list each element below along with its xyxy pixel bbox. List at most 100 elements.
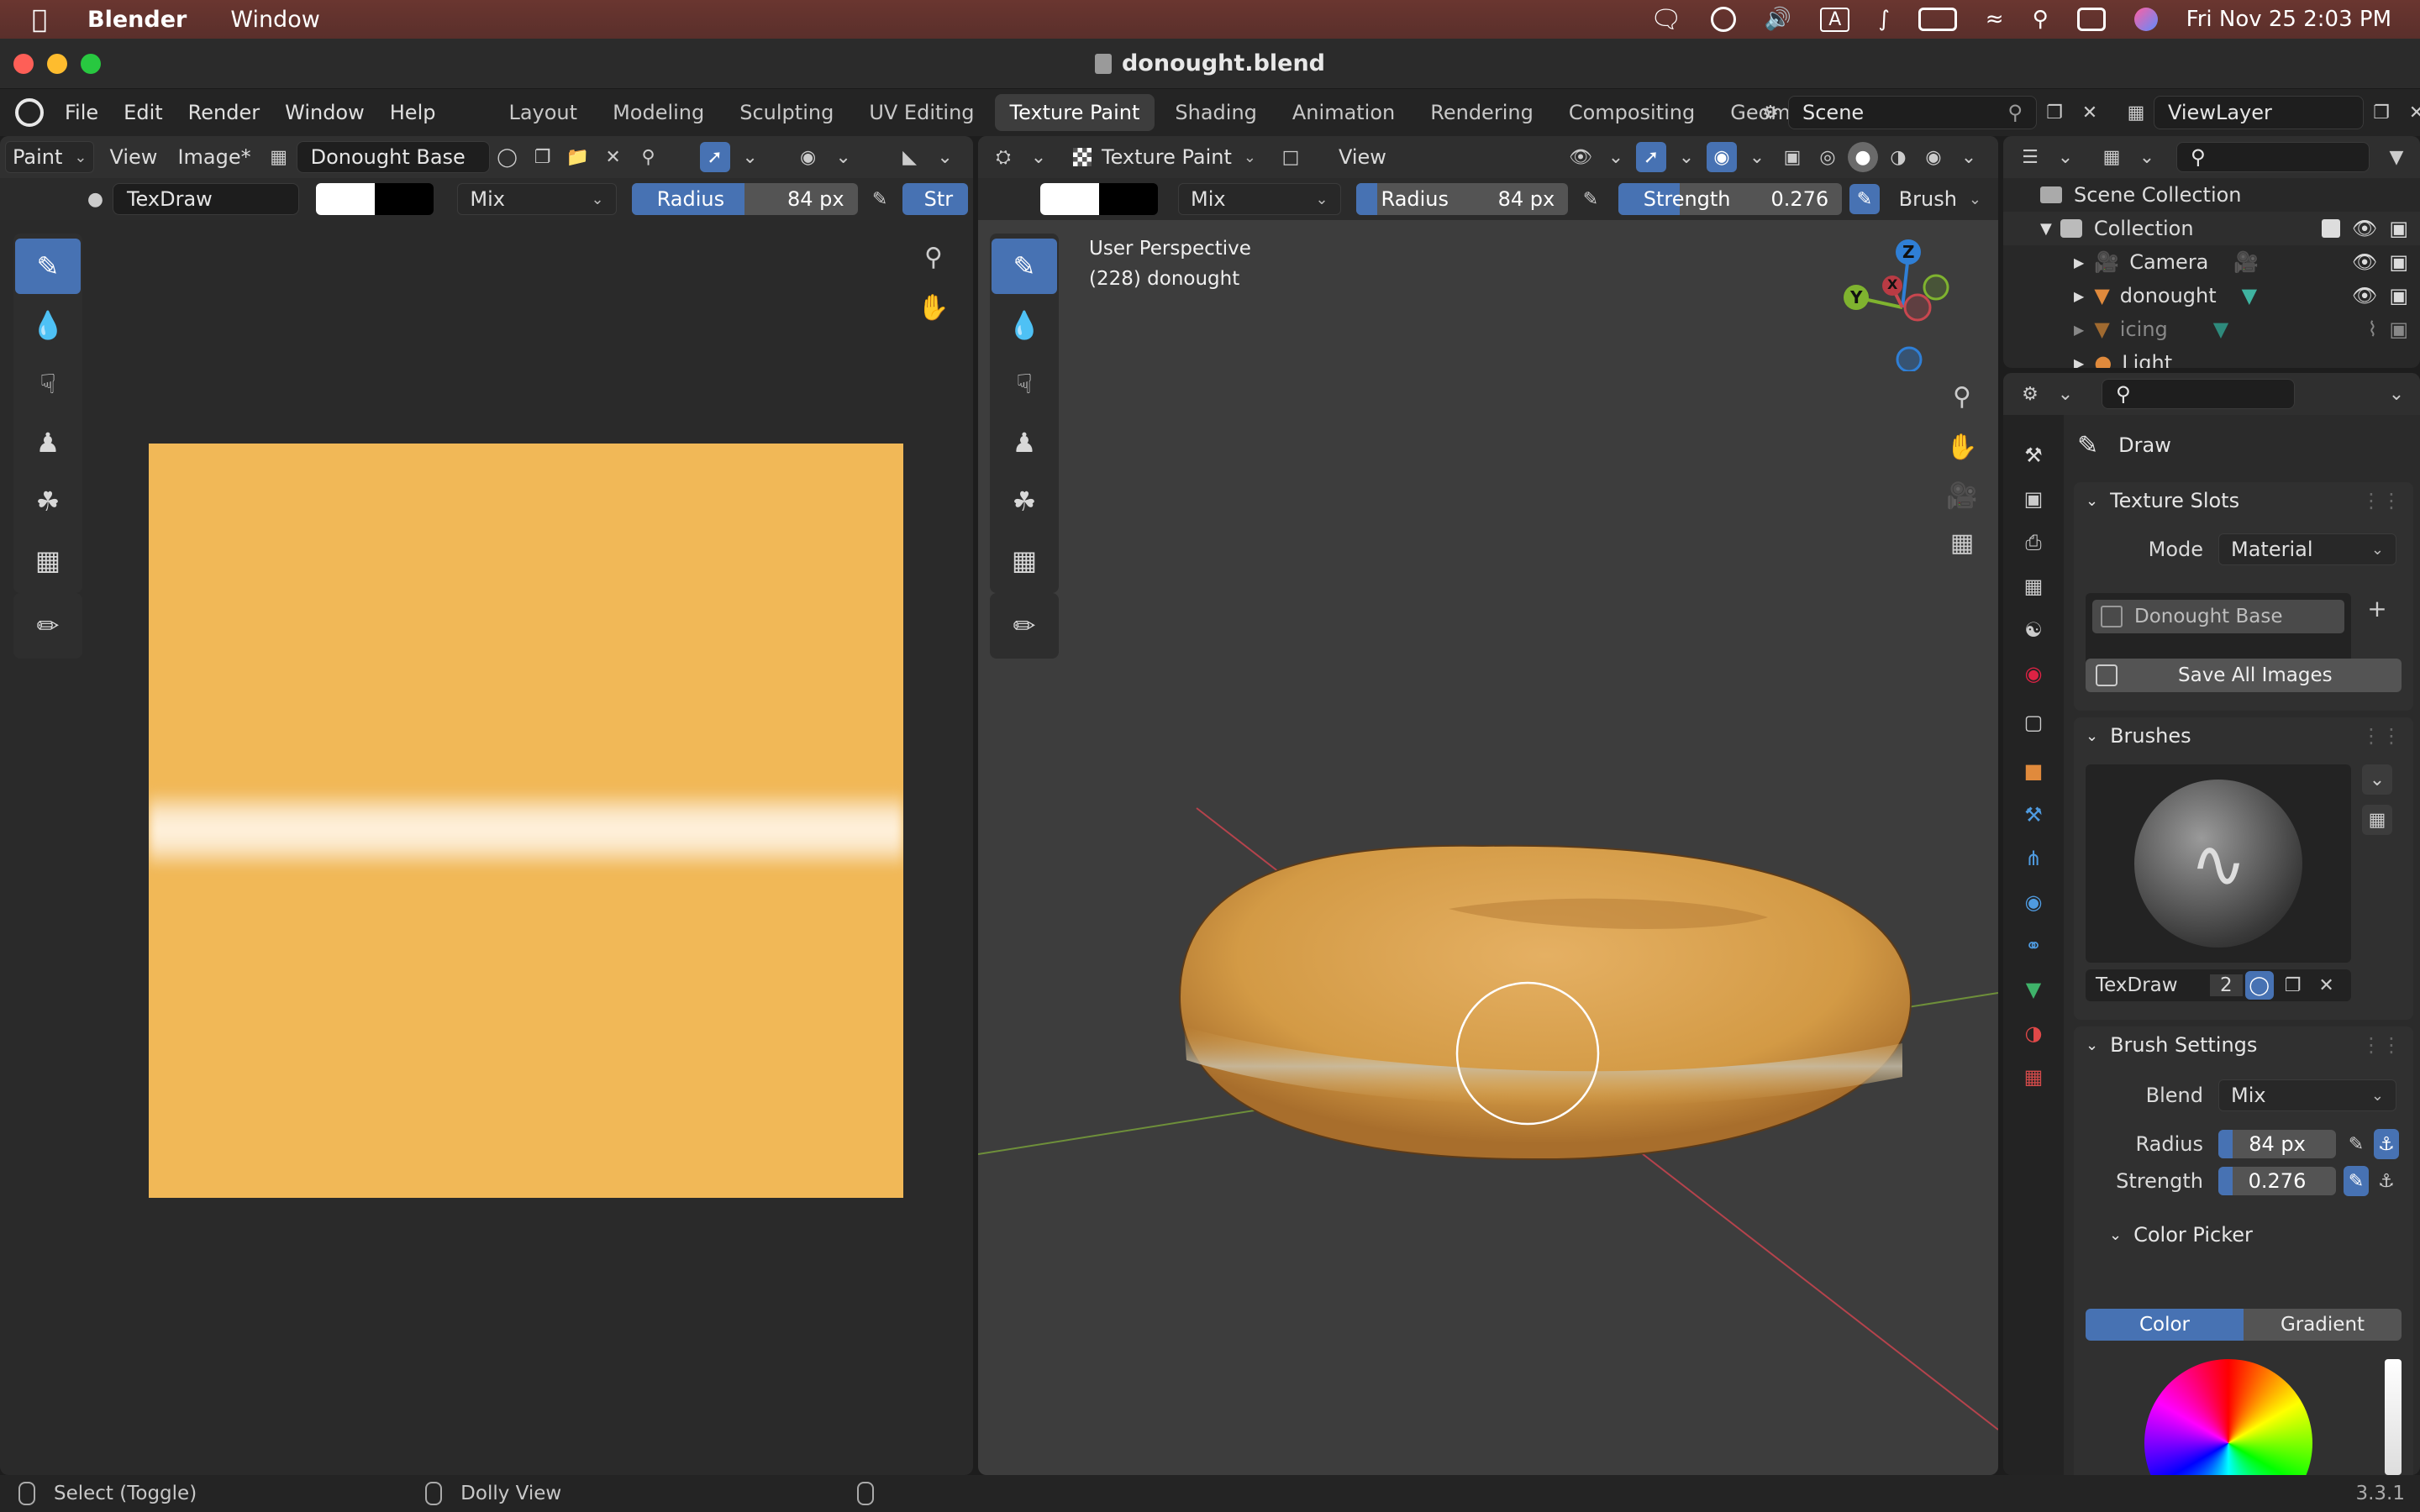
texture-slot-item[interactable]: Donought Base (2092, 600, 2344, 633)
spotlight-icon[interactable]: ⚲ (2033, 7, 2049, 32)
outliner-item-light[interactable]: ▶ ● Light (2003, 346, 2420, 368)
radius-field[interactable]: 84 px (2218, 1130, 2336, 1158)
menu-render[interactable]: Render (176, 101, 272, 124)
properties-options-icon[interactable]: ⌄ (2381, 379, 2412, 409)
tab-animation[interactable]: Animation (1277, 94, 1410, 131)
exclude-checkbox[interactable] (2321, 219, 2340, 238)
texture-canvas[interactable] (149, 444, 903, 1198)
collection-tab-icon[interactable]: ▢ (2017, 706, 2050, 739)
collapse-arrow-icon[interactable]: ⌄ (2109, 1226, 2122, 1244)
scene-icon[interactable]: ⚙ (1755, 97, 1786, 128)
delete-scene-icon[interactable]: ✕ (2075, 97, 2105, 128)
render-camera-icon[interactable]: ▣ (2389, 318, 2408, 341)
world-tab-icon[interactable]: ◉ (2017, 657, 2050, 690)
expand-arrow-icon[interactable]: ▶ (2074, 355, 2084, 369)
hidden-eye-icon[interactable]: ⌇ (2368, 318, 2378, 341)
outliner-item-camera[interactable]: ▶ 🎥 Camera 🎥 👁 ▣ (2003, 245, 2420, 279)
visibility-icon[interactable]: 👁 (1565, 142, 1596, 172)
display-channels-icon[interactable]: ◣ (895, 142, 925, 172)
new-scene-icon[interactable]: ❐ (2039, 97, 2070, 128)
unlink-image-icon[interactable]: ✕ (598, 142, 629, 172)
tab-color[interactable]: Color (2086, 1309, 2244, 1341)
tab-uv-editing[interactable]: UV Editing (854, 94, 989, 131)
properties-type-dropdown-icon[interactable]: ⌄ (2050, 379, 2081, 409)
viewport-color-swatches[interactable] (1040, 183, 1158, 215)
radius-pressure-toggle-icon[interactable]: ✎ (2344, 1129, 2369, 1159)
play-icon[interactable] (1710, 7, 1736, 32)
image-blend-dropdown[interactable]: Mix ⌄ (457, 183, 617, 215)
properties-type-icon[interactable]: ⚙ (2015, 379, 2045, 409)
particles-tab-icon[interactable]: ⋔ (2017, 842, 2050, 875)
constraints-tab-icon[interactable]: ⚭ (2017, 929, 2050, 963)
tab-gradient[interactable]: Gradient (2244, 1309, 2402, 1341)
soften-tool-icon[interactable]: 💧 (15, 297, 81, 353)
duplicate-image-icon[interactable]: ❐ (528, 142, 558, 172)
value-slider[interactable] (2385, 1359, 2402, 1475)
scene-field[interactable]: Scene ⚲ (1788, 96, 2037, 129)
duplicate-brush-icon[interactable]: ❐ (2279, 970, 2307, 1000)
visibility-dropdown-icon[interactable]: ⌄ (1601, 142, 1631, 172)
image-name-field[interactable]: Donought Base (296, 141, 490, 173)
data-tab-icon[interactable]: ▼ (2017, 973, 2050, 1006)
save-all-images-button[interactable]: Save All Images (2086, 659, 2402, 692)
outliner-type-dropdown-icon[interactable]: ⌄ (2050, 142, 2081, 172)
draw-tool-icon[interactable]: ✎ (15, 239, 81, 294)
new-viewlayer-icon[interactable]: ❐ (2366, 97, 2396, 128)
rendered-shading-icon[interactable]: ◉ (1918, 142, 1949, 172)
siri-icon[interactable] (2133, 8, 2158, 31)
viewlayer-field[interactable]: ViewLayer (2154, 96, 2364, 129)
outliner-item-donought[interactable]: ▶ ▼ donought ▼ 👁 ▣ (2003, 279, 2420, 312)
visibility-eye-icon[interactable]: 👁 (2352, 217, 2377, 240)
vp-camera-icon[interactable]: 🎥 (1946, 480, 1977, 511)
fake-user-icon[interactable]: ◯ (492, 142, 523, 172)
expand-arrow-icon[interactable]: ▼ (2040, 220, 2052, 238)
color-wheel[interactable] (2144, 1359, 2312, 1475)
image-color-swatches[interactable] (316, 183, 434, 215)
visibility-eye-icon[interactable]: 👁 (2352, 284, 2377, 307)
blend-dropdown[interactable]: Mix ⌄ (2218, 1079, 2396, 1111)
apple-icon[interactable]:  (32, 5, 47, 34)
properties-search-input[interactable]: ⚲ (2102, 379, 2295, 409)
minimize-window-button[interactable] (47, 54, 67, 74)
collapse-arrow-icon[interactable]: ⌄ (2086, 492, 2098, 510)
viewport-scene[interactable] (978, 220, 1998, 1475)
render-camera-icon[interactable]: ▣ (2389, 217, 2408, 240)
expand-arrow-icon[interactable]: ▶ (2074, 255, 2084, 270)
strength-lock-icon[interactable]: ⚓ (2374, 1166, 2399, 1196)
channels-dropdown-icon[interactable]: ⌄ (930, 142, 960, 172)
xray-icon[interactable]: □ (1276, 142, 1306, 172)
viewport-strength-slider[interactable]: Strength 0.276 (1618, 183, 1843, 215)
slot-mode-dropdown[interactable]: Material ⌄ (2218, 533, 2396, 565)
viewport-view-menu[interactable]: View (1328, 145, 1397, 169)
menu-window[interactable]: Window (272, 101, 377, 124)
fake-user-shield-icon[interactable]: ◯ (2244, 971, 2274, 1000)
material-tab-icon[interactable]: ◑ (2017, 1016, 2050, 1050)
sync-dropdown-icon[interactable]: ⌄ (735, 142, 765, 172)
xray-toggle-icon[interactable]: ▣ (1777, 142, 1807, 172)
overlay-dropdown-icon[interactable]: ⌄ (1742, 142, 1772, 172)
display-mode-dropdown-icon[interactable]: ⌄ (2132, 142, 2162, 172)
image-brush-field[interactable]: TexDraw (112, 183, 300, 215)
overlay-icon[interactable]: ◉ (793, 142, 823, 172)
control-center-icon[interactable] (2076, 8, 2106, 31)
pan-hand-icon[interactable]: ✋ (918, 292, 949, 323)
physics-tab-icon[interactable]: ◉ (2017, 885, 2050, 919)
overlay-toggle-icon[interactable]: ◉ (1707, 142, 1737, 172)
annotate-tool-icon[interactable]: ✏ (15, 598, 81, 654)
shading-dropdown-icon[interactable]: ⌄ (1954, 142, 1984, 172)
view-layer-tab-icon[interactable]: ▦ (2017, 570, 2050, 603)
outliner-collection[interactable]: ▼ Collection 👁 ▣ (2003, 212, 2420, 245)
image-browse-icon[interactable]: ▦ (264, 142, 294, 172)
tab-layout[interactable]: Layout (493, 94, 592, 131)
image-strength-slider[interactable]: Str (902, 183, 969, 215)
zoom-window-button[interactable] (81, 54, 101, 74)
viewport-radius-slider[interactable]: Radius 84 px (1355, 183, 1569, 215)
output-tab-icon[interactable]: ⎙ (2017, 526, 2050, 559)
pin-icon[interactable]: ⚲ (2007, 101, 2023, 124)
zoom-icon[interactable]: ⚲ (918, 242, 949, 272)
bluetooth-icon[interactable]: ∫ (1878, 7, 1890, 32)
smear-tool-icon[interactable]: ☟ (15, 356, 81, 412)
tab-shading[interactable]: Shading (1160, 94, 1272, 131)
uv-sync-icon[interactable]: ➚ (699, 142, 730, 172)
tab-modeling[interactable]: Modeling (597, 94, 719, 131)
